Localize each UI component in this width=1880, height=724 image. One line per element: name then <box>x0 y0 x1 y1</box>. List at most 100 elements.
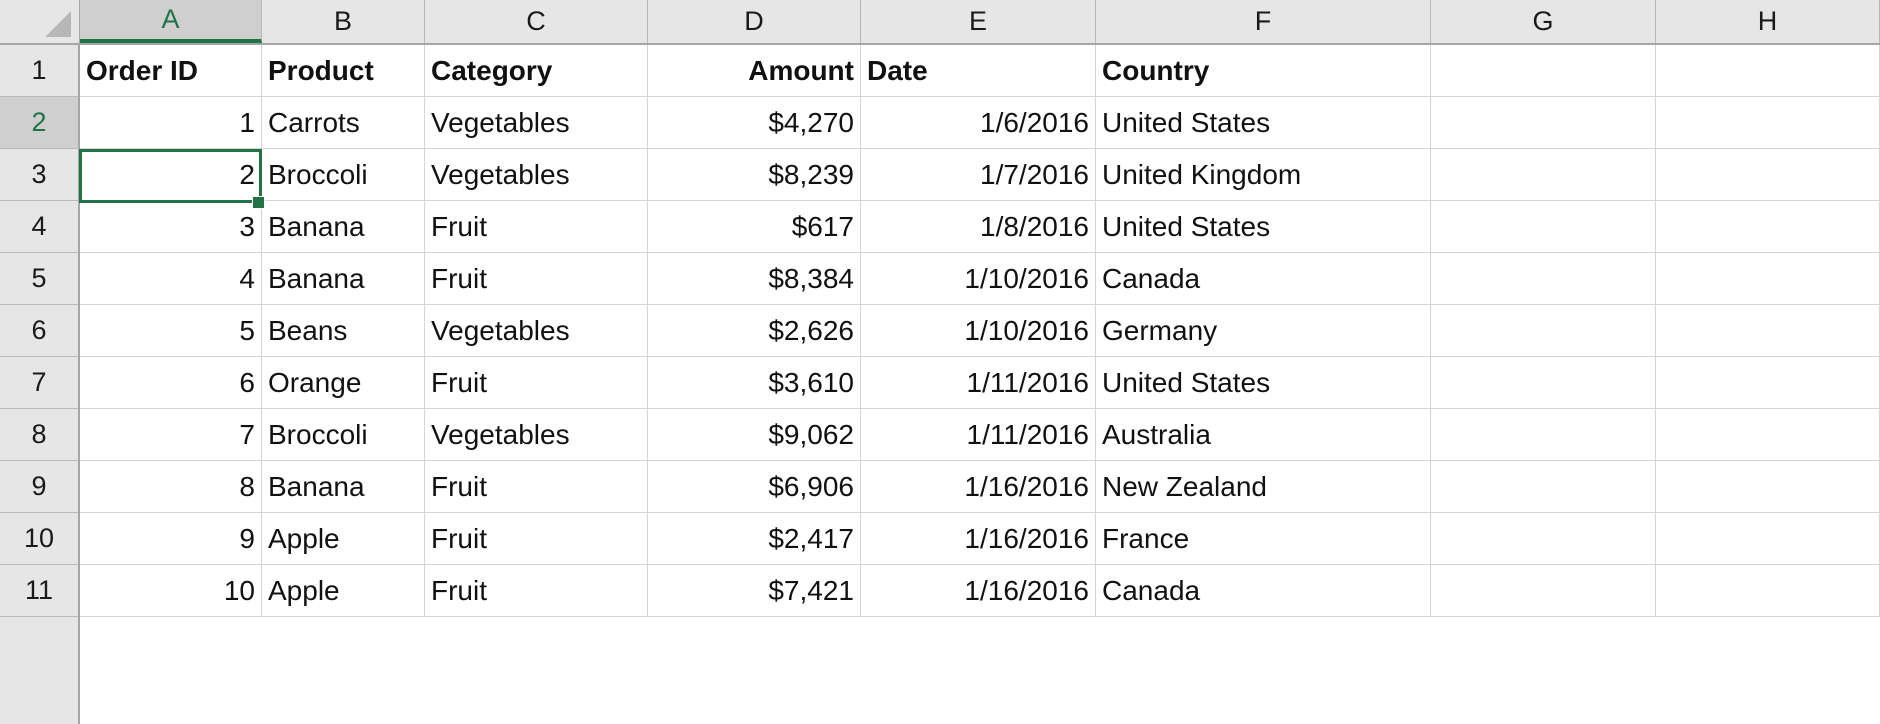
column-header-f[interactable]: F <box>1096 0 1431 43</box>
cell-F2[interactable]: United States <box>1096 97 1431 149</box>
cell-F8[interactable]: Australia <box>1096 409 1431 461</box>
cell-D1[interactable]: Amount <box>648 45 861 97</box>
cell-H5[interactable] <box>1656 253 1880 305</box>
cell-B2[interactable]: Carrots <box>262 97 425 149</box>
cell-G4[interactable] <box>1431 201 1656 253</box>
cell-B3[interactable]: Broccoli <box>262 149 425 201</box>
row-header-5[interactable]: 5 <box>0 253 78 305</box>
cell-B6[interactable]: Beans <box>262 305 425 357</box>
cell-F11[interactable]: Canada <box>1096 565 1431 617</box>
cell-H6[interactable] <box>1656 305 1880 357</box>
cell-F7[interactable]: United States <box>1096 357 1431 409</box>
cell-H4[interactable] <box>1656 201 1880 253</box>
column-header-g[interactable]: G <box>1431 0 1656 43</box>
cell-D7[interactable]: $3,610 <box>648 357 861 409</box>
cell-E10[interactable]: 1/16/2016 <box>861 513 1096 565</box>
column-header-a[interactable]: A <box>80 0 262 43</box>
cell-F9[interactable]: New Zealand <box>1096 461 1431 513</box>
cell-E8[interactable]: 1/11/2016 <box>861 409 1096 461</box>
cell-E9[interactable]: 1/16/2016 <box>861 461 1096 513</box>
row-header-8[interactable]: 8 <box>0 409 78 461</box>
cell-F4[interactable]: United States <box>1096 201 1431 253</box>
cell-H1[interactable] <box>1656 45 1880 97</box>
cell-A4[interactable]: 3 <box>80 201 262 253</box>
cell-H10[interactable] <box>1656 513 1880 565</box>
cell-G7[interactable] <box>1431 357 1656 409</box>
cell-G9[interactable] <box>1431 461 1656 513</box>
cell-B11[interactable]: Apple <box>262 565 425 617</box>
cell-E7[interactable]: 1/11/2016 <box>861 357 1096 409</box>
cell-D5[interactable]: $8,384 <box>648 253 861 305</box>
column-header-e[interactable]: E <box>861 0 1096 43</box>
row-header-11[interactable]: 11 <box>0 565 78 617</box>
column-header-h[interactable]: H <box>1656 0 1880 43</box>
row-header-10[interactable]: 10 <box>0 513 78 565</box>
cell-A1[interactable]: Order ID <box>80 45 262 97</box>
cell-C5[interactable]: Fruit <box>425 253 648 305</box>
cell-A7[interactable]: 6 <box>80 357 262 409</box>
cell-C2[interactable]: Vegetables <box>425 97 648 149</box>
cell-D6[interactable]: $2,626 <box>648 305 861 357</box>
cell-G11[interactable] <box>1431 565 1656 617</box>
cell-C7[interactable]: Fruit <box>425 357 648 409</box>
row-header-6[interactable]: 6 <box>0 305 78 357</box>
cell-E11[interactable]: 1/16/2016 <box>861 565 1096 617</box>
cell-G5[interactable] <box>1431 253 1656 305</box>
cell-E6[interactable]: 1/10/2016 <box>861 305 1096 357</box>
spreadsheet-grid[interactable]: ABCDEFGH 1 2 3 4 5 6 7 8 9 10 11 Order ID Product Ca… <box>0 0 1880 724</box>
cell-A3[interactable]: 2 <box>80 149 262 201</box>
cell-B5[interactable]: Banana <box>262 253 425 305</box>
select-all-button[interactable] <box>0 0 80 43</box>
cell-B10[interactable]: Apple <box>262 513 425 565</box>
cell-C3[interactable]: Vegetables <box>425 149 648 201</box>
cell-D4[interactable]: $617 <box>648 201 861 253</box>
cell-H3[interactable] <box>1656 149 1880 201</box>
fill-handle[interactable] <box>252 196 265 209</box>
row-header-1[interactable]: 1 <box>0 45 78 97</box>
cell-A11[interactable]: 10 <box>80 565 262 617</box>
cell-D11[interactable]: $7,421 <box>648 565 861 617</box>
row-header-4[interactable]: 4 <box>0 201 78 253</box>
cell-F3[interactable]: United Kingdom <box>1096 149 1431 201</box>
cell-H9[interactable] <box>1656 461 1880 513</box>
column-header-d[interactable]: D <box>648 0 861 43</box>
cell-A9[interactable]: 8 <box>80 461 262 513</box>
cell-E5[interactable]: 1/10/2016 <box>861 253 1096 305</box>
row-header-3[interactable]: 3 <box>0 149 78 201</box>
cell-E4[interactable]: 1/8/2016 <box>861 201 1096 253</box>
cell-H2[interactable] <box>1656 97 1880 149</box>
cell-A2[interactable]: 1 <box>80 97 262 149</box>
row-header-7[interactable]: 7 <box>0 357 78 409</box>
cell-G3[interactable] <box>1431 149 1656 201</box>
cell-C6[interactable]: Vegetables <box>425 305 648 357</box>
cell-C9[interactable]: Fruit <box>425 461 648 513</box>
cell-C1[interactable]: Category <box>425 45 648 97</box>
row-header-9[interactable]: 9 <box>0 461 78 513</box>
cell-A8[interactable]: 7 <box>80 409 262 461</box>
cell-B9[interactable]: Banana <box>262 461 425 513</box>
row-header-2[interactable]: 2 <box>0 97 78 149</box>
cell-B4[interactable]: Banana <box>262 201 425 253</box>
cell-D8[interactable]: $9,062 <box>648 409 861 461</box>
cell-A6[interactable]: 5 <box>80 305 262 357</box>
cell-grid[interactable]: Order ID Product Category Amount Date Country… <box>80 45 1880 724</box>
cell-G2[interactable] <box>1431 97 1656 149</box>
cell-A10[interactable]: 9 <box>80 513 262 565</box>
cell-F5[interactable]: Canada <box>1096 253 1431 305</box>
cell-H8[interactable] <box>1656 409 1880 461</box>
cell-F6[interactable]: Germany <box>1096 305 1431 357</box>
cell-B8[interactable]: Broccoli <box>262 409 425 461</box>
cell-F1[interactable]: Country <box>1096 45 1431 97</box>
cell-B1[interactable]: Product <box>262 45 425 97</box>
cell-D10[interactable]: $2,417 <box>648 513 861 565</box>
cell-H7[interactable] <box>1656 357 1880 409</box>
cell-H11[interactable] <box>1656 565 1880 617</box>
cell-D9[interactable]: $6,906 <box>648 461 861 513</box>
cell-G1[interactable] <box>1431 45 1656 97</box>
cell-G6[interactable] <box>1431 305 1656 357</box>
cell-C8[interactable]: Vegetables <box>425 409 648 461</box>
cell-F10[interactable]: France <box>1096 513 1431 565</box>
cell-E1[interactable]: Date <box>861 45 1096 97</box>
cell-D3[interactable]: $8,239 <box>648 149 861 201</box>
column-header-c[interactable]: C <box>425 0 648 43</box>
